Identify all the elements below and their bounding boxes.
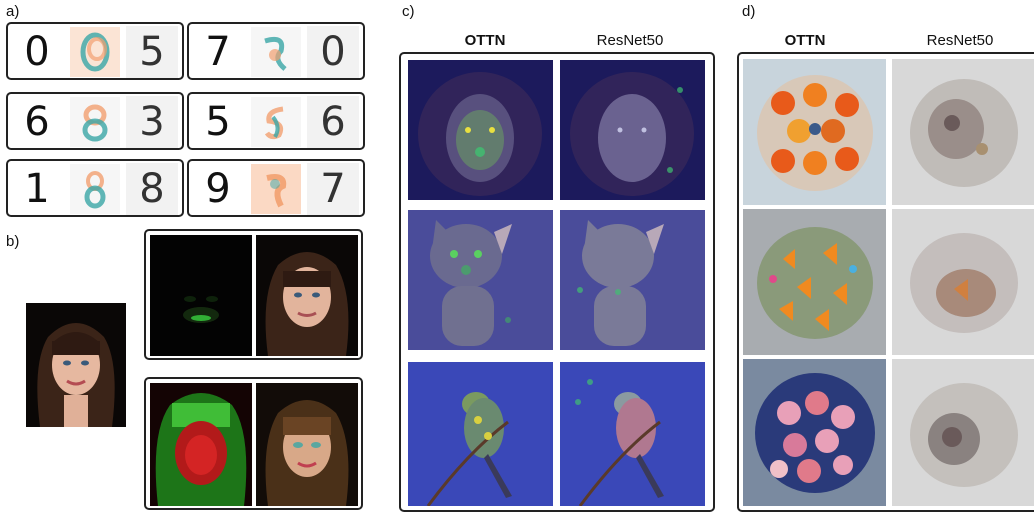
target-digit: 7 bbox=[307, 163, 359, 215]
goldfish-ottn-visualization bbox=[743, 59, 886, 205]
target-digit: 0 bbox=[307, 26, 359, 78]
jellyfish-ottn-visualization bbox=[743, 359, 886, 506]
source-digit: 6 bbox=[24, 99, 50, 145]
panel-a-label: a) bbox=[6, 3, 20, 20]
jellyfish-resnet50-visualization bbox=[892, 359, 1034, 506]
mnist-pair-frame: 5 6 bbox=[187, 92, 365, 150]
target-digit: 8 bbox=[126, 163, 178, 215]
source-digit: 1 bbox=[24, 166, 50, 212]
lion-ottn-saliency bbox=[408, 60, 553, 200]
source-digit: 5 bbox=[205, 99, 231, 145]
source-digit: 9 bbox=[205, 166, 231, 212]
face-attribution-frame bbox=[144, 229, 363, 360]
face-attribution-frame bbox=[144, 377, 363, 510]
source-digit: 0 bbox=[24, 29, 50, 75]
attribution-map bbox=[70, 97, 120, 147]
lion-resnet50-saliency bbox=[560, 60, 705, 200]
butterfly-ottn-visualization bbox=[743, 209, 886, 355]
attribution-map bbox=[150, 235, 252, 356]
column-header-resnet50: ResNet50 bbox=[926, 32, 994, 49]
target-digit: 5 bbox=[126, 26, 178, 78]
mnist-pair-frame: 7 0 bbox=[187, 22, 365, 80]
target-digit: 3 bbox=[126, 96, 178, 148]
panel-c-label: c) bbox=[402, 3, 415, 20]
column-header-ottn: OTTN bbox=[784, 32, 826, 49]
feature-visualization-frame bbox=[737, 52, 1034, 512]
attribution-map bbox=[251, 27, 301, 77]
reconstructed-face bbox=[256, 235, 358, 356]
saliency-frame bbox=[399, 52, 715, 512]
butterfly-resnet50-visualization bbox=[892, 209, 1034, 355]
panel-d-label: d) bbox=[742, 3, 756, 20]
attribution-map bbox=[251, 97, 301, 147]
panel-b-label: b) bbox=[6, 233, 20, 250]
attribution-map bbox=[70, 27, 120, 77]
goldfish-resnet50-visualization bbox=[892, 59, 1034, 205]
target-digit: 6 bbox=[307, 96, 359, 148]
attribution-map bbox=[150, 383, 252, 506]
cat-ottn-saliency bbox=[408, 210, 553, 350]
bird-resnet50-saliency bbox=[560, 362, 705, 506]
mnist-pair-frame: 6 3 bbox=[6, 92, 184, 150]
attribution-map bbox=[251, 164, 301, 214]
column-header-resnet50: ResNet50 bbox=[596, 32, 664, 49]
cat-resnet50-saliency bbox=[560, 210, 705, 350]
mnist-pair-frame: 1 8 bbox=[6, 159, 184, 217]
source-digit: 7 bbox=[205, 29, 231, 75]
mnist-pair-frame: 0 5 bbox=[6, 22, 184, 80]
bird-ottn-saliency bbox=[408, 362, 553, 506]
attribution-map bbox=[70, 164, 120, 214]
column-header-ottn: OTTN bbox=[464, 32, 506, 49]
input-face-photo bbox=[26, 303, 126, 427]
reconstructed-face bbox=[256, 383, 358, 506]
mnist-pair-frame: 9 7 bbox=[187, 159, 365, 217]
